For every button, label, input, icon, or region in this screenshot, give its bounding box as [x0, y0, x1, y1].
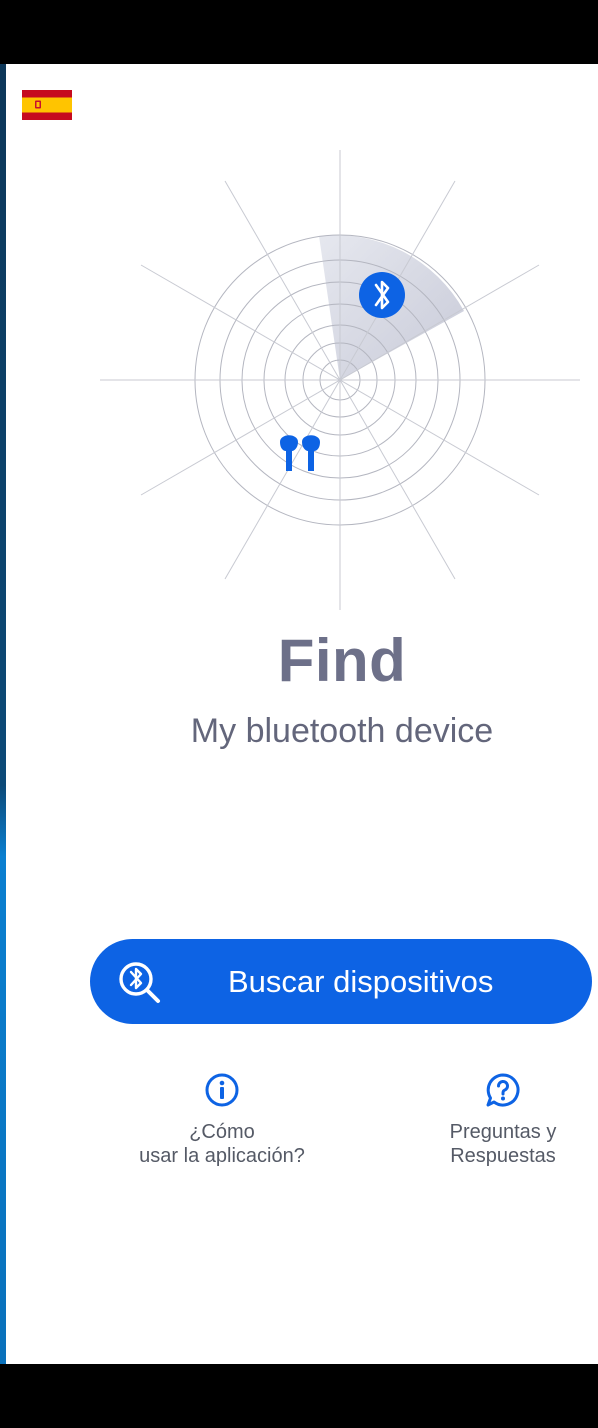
- how-to-use-line2: usar la aplicación?: [139, 1145, 305, 1167]
- app-title: Find: [277, 627, 407, 694]
- earbuds-icon: [280, 435, 320, 471]
- app-screen: Find My bluetooth device Buscar disposit…: [6, 64, 598, 1364]
- app-subtitle: My bluetooth device: [190, 712, 494, 750]
- search-devices-button[interactable]: Buscar dispositivos: [90, 939, 592, 1024]
- faq-line1: Preguntas y: [449, 1121, 557, 1143]
- navigation-bar: [0, 1364, 598, 1428]
- spain-flag-icon[interactable]: [22, 90, 72, 120]
- bluetooth-search-icon: [119, 962, 160, 1003]
- faq-line2: Respuestas: [450, 1145, 556, 1167]
- radar-graphic: [100, 150, 580, 610]
- search-devices-label: Buscar dispositivos: [228, 964, 494, 999]
- status-bar: [0, 0, 598, 64]
- faq-link[interactable]: Preguntas y Respuestas: [418, 1072, 588, 1168]
- question-chat-icon: [486, 1073, 520, 1107]
- bluetooth-icon: [359, 272, 405, 318]
- how-to-use-line1: ¿Cómo: [189, 1121, 255, 1143]
- how-to-use-link[interactable]: ¿Cómo usar la aplicación?: [112, 1072, 332, 1168]
- info-icon: [205, 1073, 239, 1107]
